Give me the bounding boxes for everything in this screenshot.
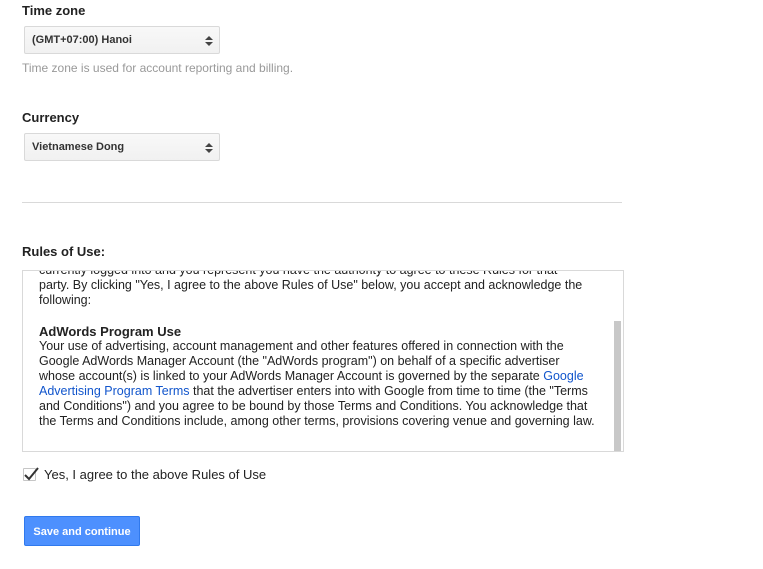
- agree-label[interactable]: Yes, I agree to the above Rules of Use: [44, 467, 266, 482]
- rules-of-use-box[interactable]: currently logged into and you represent …: [22, 270, 624, 452]
- rules-scrollbar-thumb[interactable]: [614, 321, 621, 451]
- currency-label: Currency: [22, 110, 80, 125]
- timezone-hint: Time zone is used for account reporting …: [22, 61, 294, 75]
- timezone-select-value: (GMT+07:00) Hanoi: [32, 34, 132, 46]
- rules-content: currently logged into and you represent …: [39, 270, 599, 429]
- currency-select-value: Vietnamese Dong: [32, 141, 125, 153]
- save-and-continue-button[interactable]: Save and continue: [24, 516, 140, 546]
- select-arrows-icon: [205, 36, 213, 46]
- rules-scrollbar[interactable]: [612, 271, 623, 451]
- checkmark-icon: [24, 467, 39, 481]
- rules-label: Rules of Use:: [22, 244, 106, 259]
- timezone-select[interactable]: (GMT+07:00) Hanoi: [24, 26, 220, 54]
- timezone-label: Time zone: [22, 3, 86, 18]
- section-divider: [22, 202, 622, 203]
- rules-section-text: Your use of advertising, account managem…: [39, 339, 599, 429]
- rules-section-heading: AdWords Program Use: [39, 324, 182, 339]
- rules-section-text-1: Your use of advertising, account managem…: [39, 339, 564, 383]
- rules-intro: party. By clicking "Yes, I agree to the …: [39, 278, 583, 307]
- currency-select[interactable]: Vietnamese Dong: [24, 133, 220, 161]
- select-arrows-icon: [205, 143, 213, 153]
- agree-checkbox[interactable]: [23, 467, 39, 481]
- rules-partial-line: currently logged into and you represent …: [39, 270, 558, 277]
